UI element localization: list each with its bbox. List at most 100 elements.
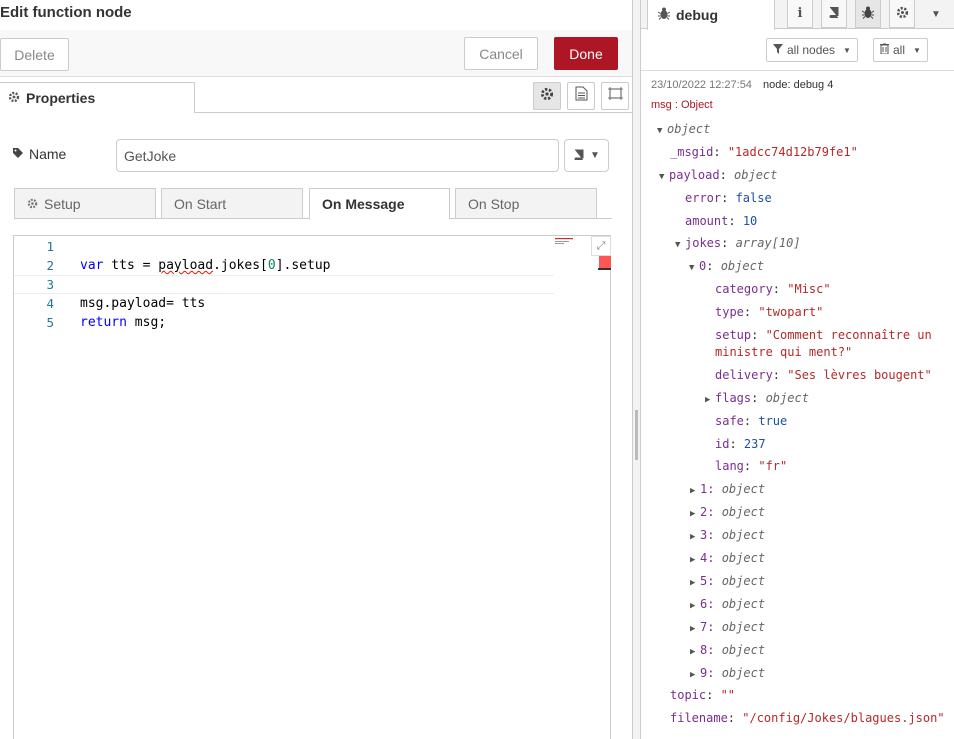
- filter-nodes-button[interactable]: all nodes ▼: [766, 38, 858, 62]
- line-number: 2: [46, 258, 54, 273]
- tab-setup[interactable]: Setup: [14, 188, 156, 219]
- caret-right-icon: ▶: [690, 601, 696, 611]
- code-editor[interactable]: 1 2 var tts = payload.jokes[0].setup 3 4…: [13, 235, 611, 739]
- edit-dialog: Edit function node Delete Cancel Done Pr…: [0, 0, 632, 739]
- tag-icon: [12, 146, 24, 162]
- code-line: 2 var tts = payload.jokes[0].setup: [14, 256, 554, 275]
- icon-select-button[interactable]: ▼: [564, 139, 609, 172]
- tree-node-item[interactable]: ▶ 6: object: [690, 597, 765, 611]
- panel-resize-handle[interactable]: [632, 0, 641, 739]
- dialog-title: Edit function node: [0, 4, 132, 21]
- tree-node-error: error: false: [685, 191, 772, 205]
- message-type[interactable]: msg : Object: [651, 99, 713, 111]
- tree-node-item[interactable]: ▶ 8: object: [690, 643, 765, 657]
- code-text: var tts = payload.jokes[0].setup: [80, 258, 331, 273]
- tab-on-message[interactable]: On Message: [309, 188, 450, 220]
- debug-tab-button[interactable]: [855, 0, 881, 28]
- line-number: 5: [46, 315, 54, 330]
- code-line: 5 return msg;: [14, 313, 554, 332]
- gear-icon: [8, 90, 20, 106]
- code-text: return msg;: [80, 315, 167, 330]
- tree-node-root[interactable]: ▼ object: [657, 122, 710, 136]
- tree-node-item[interactable]: ▶ 2: object: [690, 505, 765, 519]
- tab-properties[interactable]: Properties: [0, 82, 195, 113]
- info-icon: i: [797, 6, 803, 21]
- trash-icon: [880, 42, 889, 57]
- description-button[interactable]: [567, 82, 595, 110]
- gear-icon: [540, 87, 554, 106]
- caret-down-icon: ▼: [931, 8, 941, 20]
- scroll-cursor-marker: [598, 268, 611, 270]
- tab-properties-label: Properties: [26, 90, 96, 106]
- gear-icon: [896, 6, 909, 22]
- tree-node-item[interactable]: ▶ 1: object: [690, 482, 765, 496]
- tree-node-lang: lang: "fr": [715, 459, 788, 473]
- tree-node-payload[interactable]: ▼ payload: object: [659, 168, 777, 182]
- error-marker: [599, 256, 611, 268]
- tree-node-jokes[interactable]: ▼ jokes: array[10]: [675, 236, 801, 250]
- expand-editor-button[interactable]: ⤢: [591, 236, 611, 256]
- frame-icon: [607, 87, 623, 105]
- tree-node-item-0[interactable]: ▼ 0: object: [689, 259, 764, 273]
- line-number: 1: [46, 239, 54, 254]
- config-tab-button[interactable]: [889, 0, 915, 28]
- done-button[interactable]: Done: [554, 37, 618, 70]
- editor-minimap[interactable]: [555, 237, 573, 245]
- tree-node-item[interactable]: ▶ 9: object: [690, 666, 765, 680]
- name-input[interactable]: [116, 139, 559, 172]
- message-node[interactable]: node: debug 4: [763, 79, 833, 91]
- caret-down-icon: ▼: [843, 45, 851, 55]
- tree-node-category: category: "Misc": [715, 282, 831, 296]
- cancel-button[interactable]: Cancel: [464, 37, 538, 70]
- caret-down-icon: ▼: [657, 126, 663, 136]
- delete-button[interactable]: Delete: [0, 38, 69, 71]
- book-icon: [573, 149, 585, 163]
- book-icon: [828, 6, 840, 21]
- line-number: 4: [46, 296, 54, 311]
- caret-down-icon: ▼: [659, 172, 665, 182]
- caret-right-icon: ▶: [690, 578, 696, 588]
- caret-down-icon: ▼: [689, 263, 695, 273]
- gear-icon: [27, 196, 38, 212]
- tree-node-item[interactable]: ▶ 5: object: [690, 574, 765, 588]
- tree-node-flags[interactable]: ▶ flags: object: [705, 391, 809, 405]
- code-line: 1: [14, 237, 554, 256]
- help-tab-button[interactable]: [821, 0, 847, 28]
- name-label: Name: [12, 146, 66, 162]
- tree-node-filename: filename: "/config/Jokes/blagues.json": [670, 711, 945, 725]
- info-tab-button[interactable]: i: [787, 0, 813, 28]
- tree-node-item[interactable]: ▶ 4: object: [690, 551, 765, 565]
- function-tabs: Setup On Start On Message On Stop: [14, 188, 612, 220]
- tree-node-item[interactable]: ▶ 3: object: [690, 528, 765, 542]
- resize-grip: [635, 410, 638, 460]
- tree-node-msgid: _msgid: "1adcc74d12b79fe1": [670, 145, 858, 159]
- document-icon: [575, 86, 588, 106]
- caret-down-icon: ▼: [913, 45, 921, 55]
- caret-right-icon: ▶: [690, 509, 696, 519]
- caret-right-icon: ▶: [690, 486, 696, 496]
- tab-on-start[interactable]: On Start: [161, 188, 303, 219]
- message-header: 23/10/2022 12:27:54 node: debug 4: [651, 79, 833, 91]
- tree-node-topic: topic: "": [670, 688, 736, 702]
- clear-messages-button[interactable]: all ▼: [873, 38, 928, 62]
- tree-node-item[interactable]: ▶ 7: object: [690, 620, 765, 634]
- tab-debug[interactable]: debug: [647, 0, 775, 30]
- bug-icon: [861, 6, 875, 22]
- tab-on-stop[interactable]: On Stop: [455, 188, 597, 219]
- line-number: 3: [46, 277, 54, 292]
- tree-node-amount: amount: 10: [685, 214, 758, 228]
- caret-right-icon: ▶: [690, 624, 696, 634]
- tree-node-id: id: 237: [715, 437, 766, 451]
- code-text: msg.payload= tts: [80, 296, 206, 311]
- caret-right-icon: ▶: [690, 555, 696, 565]
- caret-down-icon: ▼: [675, 240, 681, 250]
- tree-node-safe: safe: true: [715, 414, 788, 428]
- settings-gear-button[interactable]: [533, 82, 561, 110]
- caret-right-icon: ▶: [690, 670, 696, 680]
- code-line: 4 msg.payload= tts: [14, 294, 554, 313]
- caret-right-icon: ▶: [690, 532, 696, 542]
- tree-node-setup-cont: ministre qui ment?": [715, 345, 853, 359]
- appearance-button[interactable]: [601, 82, 629, 110]
- sidebar-menu-button[interactable]: ▼: [923, 0, 949, 28]
- tree-node-delivery: delivery: "Ses lèvres bougent": [715, 368, 932, 382]
